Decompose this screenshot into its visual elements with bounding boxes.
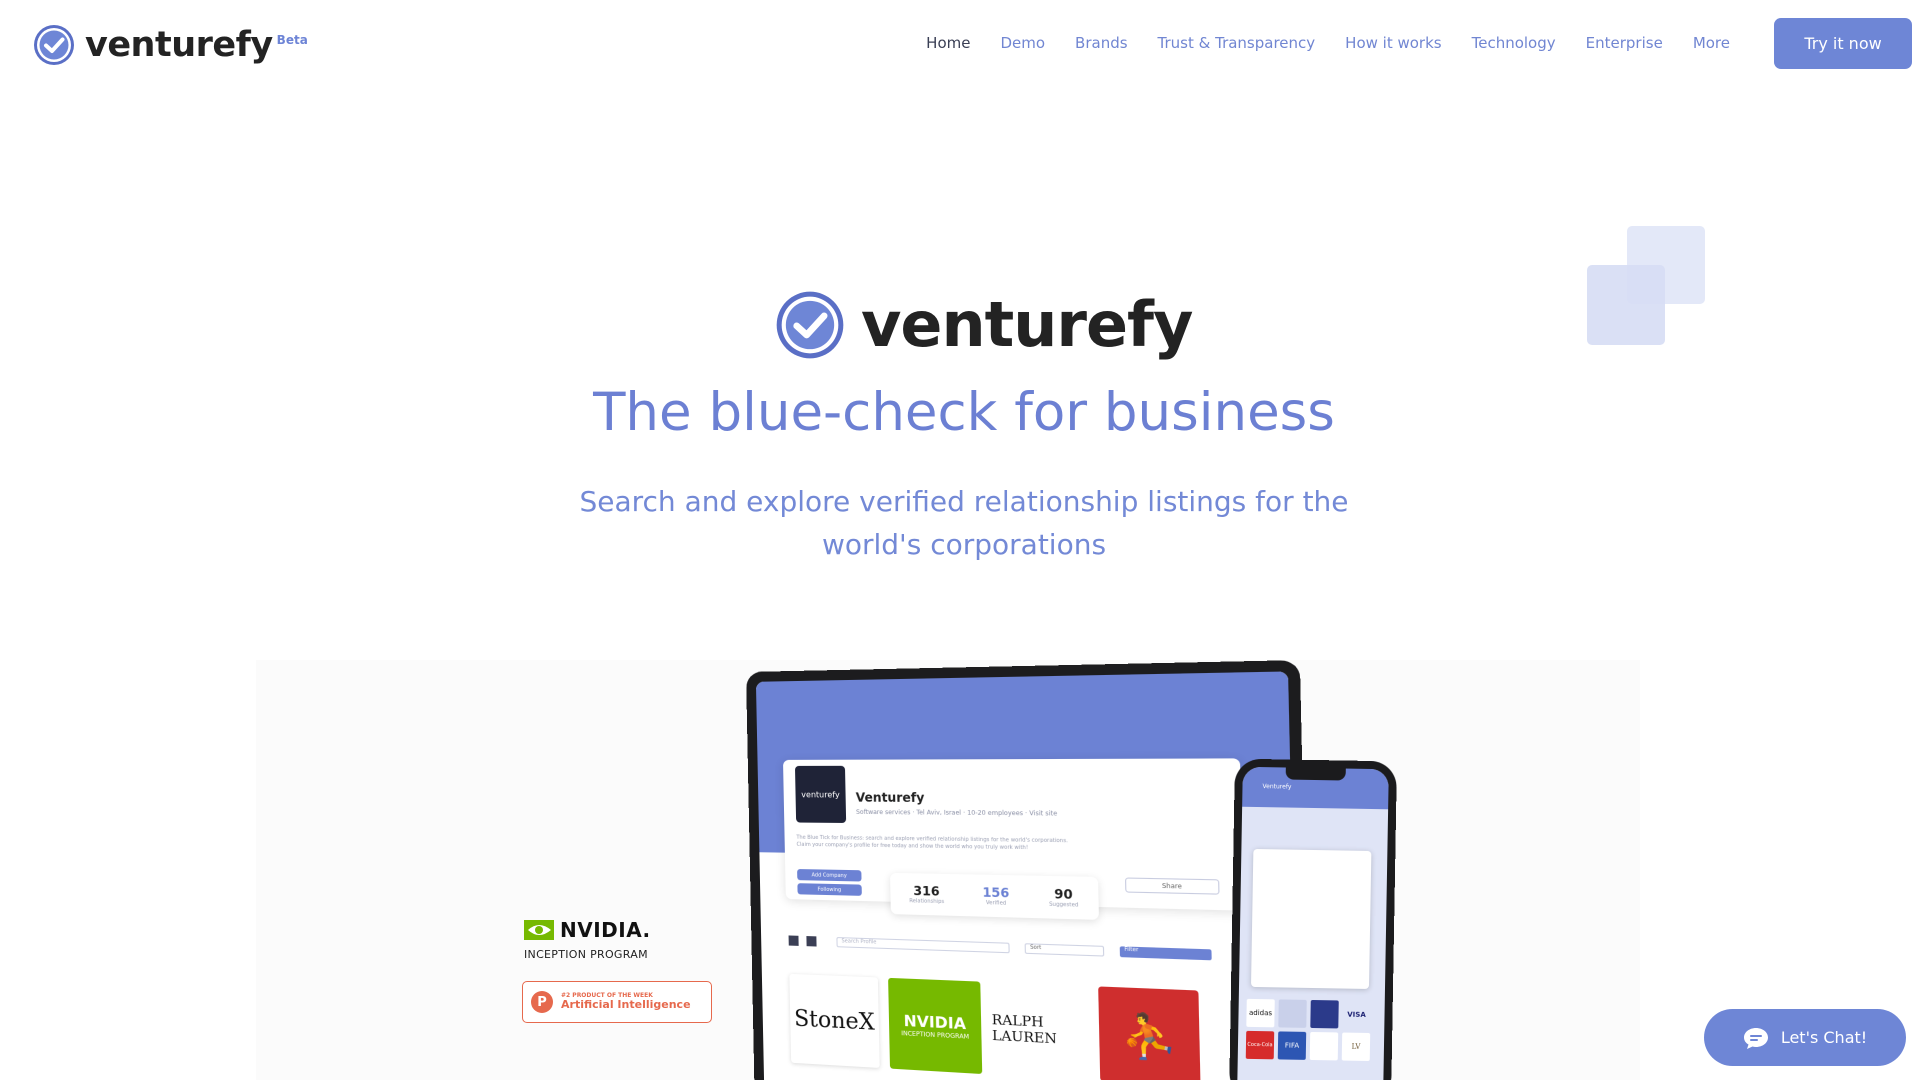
blue-check-logo-icon: [34, 25, 74, 65]
blue-check-logo-icon: [776, 291, 844, 359]
list-view-icon[interactable]: [806, 936, 817, 947]
phone-brand-cell[interactable]: adidas: [1246, 998, 1275, 1028]
company-meta: Software services · Tel Aviv, Israel · 1…: [855, 808, 1058, 818]
nav-more[interactable]: More: [1693, 34, 1730, 52]
grid-view-icon[interactable]: [788, 935, 799, 946]
nav-enterprise[interactable]: Enterprise: [1586, 34, 1663, 52]
nav-home[interactable]: Home: [926, 34, 970, 52]
company-description: The Blue Tick for Business: search and e…: [796, 834, 1068, 852]
nvidia-eye-icon: [524, 920, 554, 940]
add-company-button[interactable]: Add Company: [797, 869, 862, 882]
phone-mockup: Venturefy adidas VISA Coca-Cola FIFA LV: [1229, 758, 1397, 1080]
laptop-screen: venturefy Venturefy Software services · …: [755, 671, 1299, 1080]
nvidia-inception-badge: NVIDIA. INCEPTION PROGRAM: [524, 918, 651, 961]
laptop-bezel: venturefy Venturefy Software services · …: [746, 660, 1311, 1080]
phone-brand-cell[interactable]: LV: [1341, 1032, 1371, 1062]
hero-logo: venturefy: [775, 288, 1193, 361]
brand-tiles: StoneX NVIDIA INCEPTION PROGRAM RALPH LA…: [789, 973, 1201, 1080]
filter-dropdown[interactable]: Filter: [1119, 946, 1212, 961]
product-hunt-category: Artificial Intelligence: [561, 998, 691, 1012]
device-showcase: NVIDIA. INCEPTION PROGRAM P #2 PRODUCT O…: [256, 660, 1640, 1080]
phone-brand-cell[interactable]: [1278, 999, 1307, 1028]
nvidia-subtitle: INCEPTION PROGRAM: [524, 948, 648, 961]
site-logo[interactable]: venturefy Beta: [33, 24, 308, 66]
beta-tag: Beta: [276, 33, 308, 47]
logo-wordmark: venturefy: [85, 25, 273, 65]
phone-app-title: Venturefy: [1262, 783, 1292, 791]
profile-search-input[interactable]: Search Profile: [836, 937, 1010, 954]
brand-tile-stonex[interactable]: StoneX: [789, 973, 880, 1068]
chat-bubble-icon: [1743, 1027, 1768, 1049]
stats-panel: 316 Relationships 156 Verified 90 Sugges…: [890, 872, 1099, 920]
nav-technology[interactable]: Technology: [1472, 34, 1556, 52]
hero-headline: The blue-check for business: [593, 382, 1335, 443]
nav-how-it-works[interactable]: How it works: [1345, 34, 1441, 52]
phone-screen: Venturefy adidas VISA Coca-Cola FIFA LV: [1237, 766, 1389, 1080]
brand-tile-nvidia[interactable]: NVIDIA INCEPTION PROGRAM: [888, 977, 983, 1075]
hero-subline: Search and explore verified relationship…: [579, 485, 1349, 561]
nav-trust-transparency[interactable]: Trust & Transparency: [1158, 34, 1316, 52]
sort-dropdown[interactable]: Sort: [1024, 943, 1105, 957]
try-it-now-button[interactable]: Try it now: [1774, 18, 1912, 69]
lets-chat-label: Let's Chat!: [1780, 1028, 1868, 1047]
nvidia-wordmark: NVIDIA.: [560, 918, 651, 942]
nav-brands[interactable]: Brands: [1075, 34, 1128, 52]
brand-tile-ralph-lauren[interactable]: RALPH LAUREN: [990, 982, 1090, 1080]
brand-tile-jordan[interactable]: ⛹: [1098, 986, 1201, 1080]
phone-brand-cell[interactable]: [1310, 999, 1339, 1029]
following-button[interactable]: Following: [797, 883, 862, 896]
company-name: Venturefy: [855, 790, 925, 806]
list-toolbar: Search Profile Sort Filter: [788, 935, 1243, 963]
product-hunt-icon: P: [531, 991, 553, 1013]
lets-chat-button[interactable]: Let's Chat!: [1704, 1009, 1906, 1066]
company-avatar: venturefy: [794, 765, 847, 823]
decorative-square: [1587, 265, 1665, 345]
phone-brand-cell[interactable]: VISA: [1342, 1000, 1371, 1030]
share-button[interactable]: Share: [1124, 877, 1220, 895]
product-hunt-badge[interactable]: P #2 PRODUCT OF THE WEEK Artificial Inte…: [522, 981, 712, 1023]
phone-brand-grid: adidas VISA Coca-Cola FIFA LV: [1245, 998, 1371, 1062]
phone-notch: [1285, 767, 1346, 781]
stat-verified: 156 Verified: [982, 885, 1010, 907]
hero-wordmark: venturefy: [861, 288, 1193, 361]
nav-demo[interactable]: Demo: [1000, 34, 1045, 52]
stat-suggested: 90 Suggested: [1049, 886, 1079, 909]
phone-modal: [1250, 848, 1372, 989]
phone-brand-cell[interactable]: FIFA: [1277, 1031, 1307, 1060]
phone-brand-cell[interactable]: [1309, 1031, 1339, 1061]
stat-relationships: 316 Relationships: [909, 883, 945, 906]
phone-brand-cell[interactable]: Coca-Cola: [1245, 1030, 1275, 1060]
laptop-mockup: venturefy Venturefy Software services · …: [746, 660, 1311, 1080]
main-nav: Home Demo Brands Trust & Transparency Ho…: [926, 34, 1730, 52]
